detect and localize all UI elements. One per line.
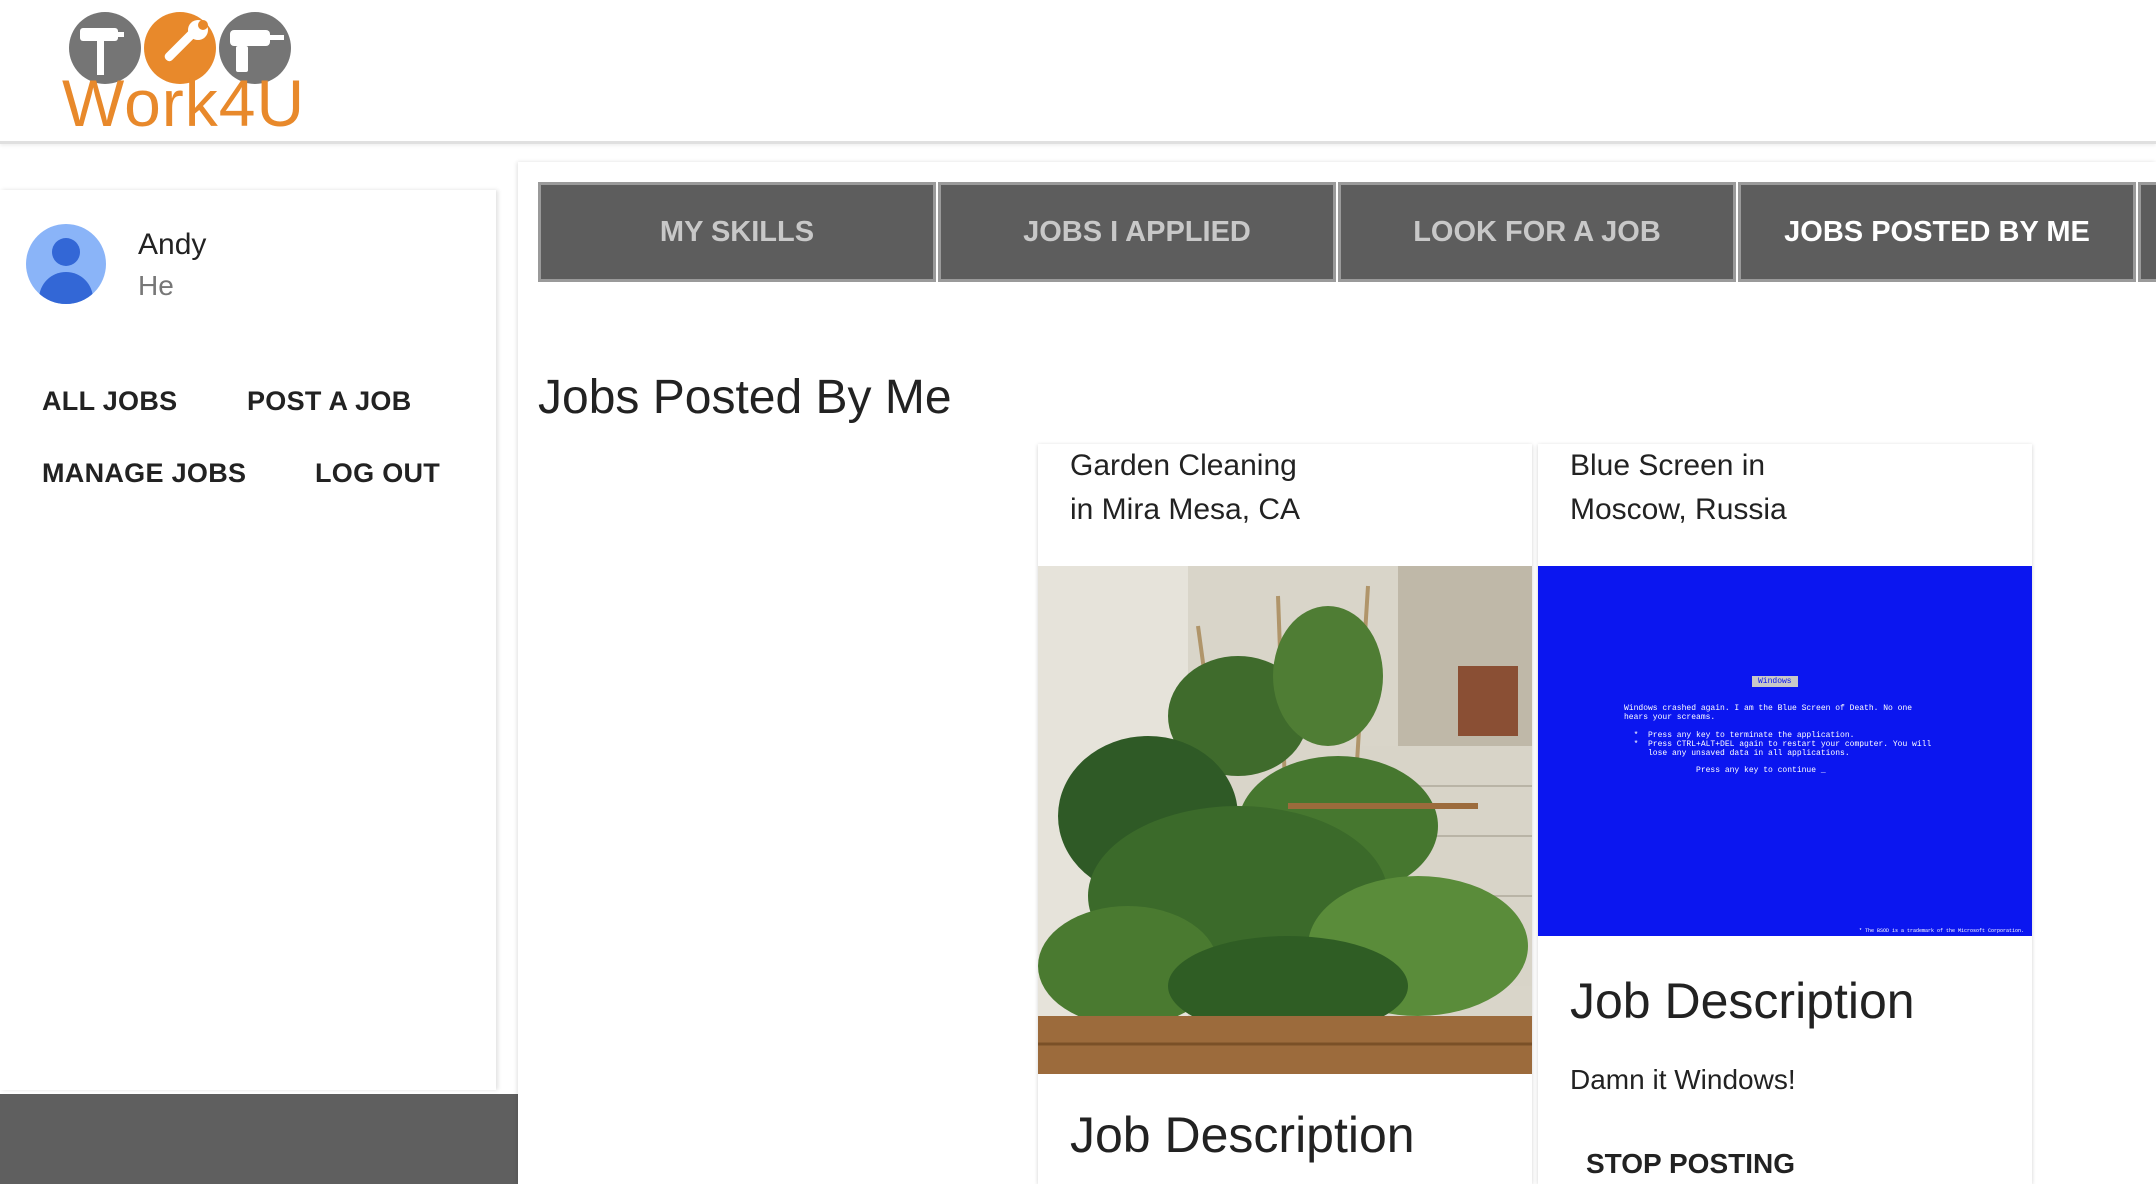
brand-name: Work4U xyxy=(62,66,306,140)
avatar[interactable] xyxy=(26,224,106,304)
job-title: Garden Cleaning in Mira Mesa, CA xyxy=(1070,449,1301,526)
avatar-body-icon xyxy=(39,272,93,304)
main-panel: MY SKILLS JOBS I APPLIED LOOK FOR A JOB … xyxy=(518,162,2156,1184)
garden-photo xyxy=(1038,566,1532,1074)
job-description-title: Job Description xyxy=(1570,973,1915,1029)
app-header: Work4U xyxy=(0,0,2156,144)
post-a-job-link[interactable]: POST A JOB xyxy=(247,386,412,417)
user-subtitle: He xyxy=(138,270,174,301)
bsod-line: * Press any key to terminate the applica… xyxy=(1624,731,1855,740)
all-jobs-link[interactable]: ALL JOBS xyxy=(42,386,177,417)
user-name: Andy xyxy=(138,228,207,261)
sidebar: Andy He ALL JOBS POST A JOB MANAGE JOBS … xyxy=(0,190,496,1090)
bsod-label: Windows xyxy=(1752,676,1798,687)
job-title: Blue Screen in Moscow, Russia xyxy=(1570,449,1787,526)
tab-jobs-i-applied[interactable]: JOBS I APPLIED xyxy=(938,182,1336,282)
sidebar-footer xyxy=(0,1094,518,1184)
avatar-head-icon xyxy=(52,238,80,266)
log-out-link[interactable]: LOG OUT xyxy=(315,458,440,489)
manage-jobs-link[interactable]: MANAGE JOBS xyxy=(42,458,246,489)
tab-bar: MY SKILLS JOBS I APPLIED LOOK FOR A JOB … xyxy=(538,182,2156,286)
bsod-line: lose any unsaved data in all application… xyxy=(1624,749,1850,758)
bsod-footer: * The BSOD is a trademark of the Microso… xyxy=(1858,928,2024,934)
tab-my-skills[interactable]: MY SKILLS xyxy=(538,182,936,282)
work4u-logo[interactable]: Work4U xyxy=(58,4,328,136)
job-description-title: Job Description xyxy=(1070,1107,1415,1163)
tab-look-for-a-job[interactable]: LOOK FOR A JOB xyxy=(1338,182,1736,282)
bsod-line: * Press CTRL+ALT+DEL again to restart yo… xyxy=(1624,740,1932,749)
stop-posting-button[interactable]: STOP POSTING xyxy=(1586,1148,1795,1180)
bsod-line: hears your screams. xyxy=(1624,713,1716,722)
bsod-line: Press any key to continue _ xyxy=(1624,766,1826,775)
job-card[interactable]: Garden Cleaning in Mira Mesa, CA Job Des… xyxy=(1038,444,1532,1184)
tab-jobs-posted-by-me[interactable]: JOBS POSTED BY ME xyxy=(1738,182,2136,282)
bsod-line: Windows crashed again. I am the Blue Scr… xyxy=(1624,704,1913,713)
blue-screen-photo: Windows Windows crashed again. I am the … xyxy=(1538,566,2032,936)
job-card[interactable]: Blue Screen in Moscow, Russia Windows Wi… xyxy=(1538,444,2032,1184)
job-description-text: Damn it Windows! xyxy=(1570,1064,1796,1095)
tab-overflow[interactable] xyxy=(2138,182,2156,282)
page-title: Jobs Posted By Me xyxy=(538,371,952,424)
